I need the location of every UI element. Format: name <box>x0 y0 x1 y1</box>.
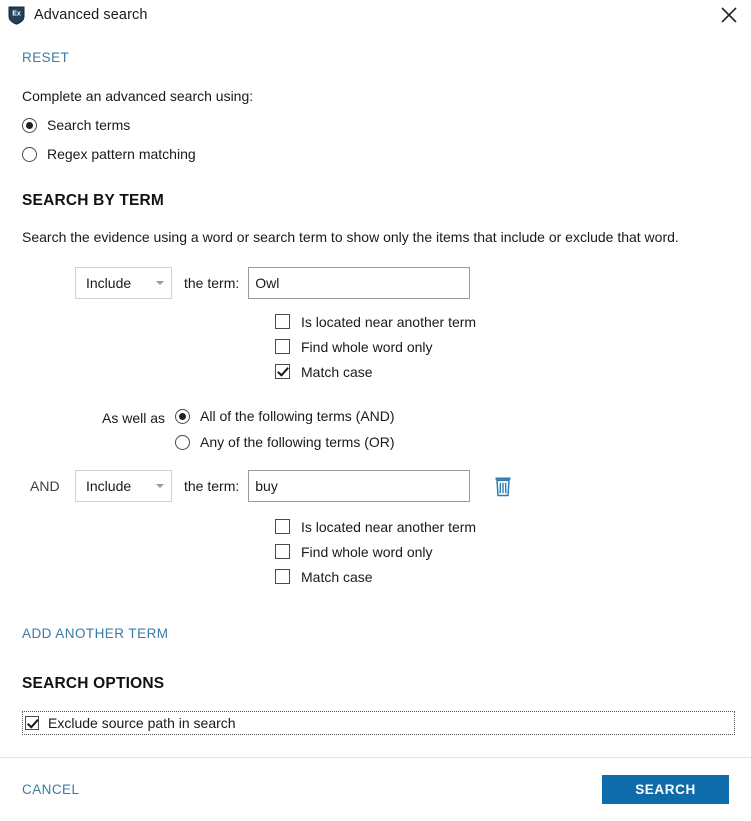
option-is-located-near-another-term-2[interactable]: Is located near another term <box>275 514 729 539</box>
term-operator-dropdown-2[interactable]: Include <box>75 470 172 502</box>
combiner-option-and[interactable]: All of the following terms (AND) <box>175 408 395 424</box>
search-options-heading: SEARCH OPTIONS <box>22 675 165 692</box>
dialog-content: RESET Complete an advanced search using:… <box>0 29 751 735</box>
option-label: Match case <box>301 363 373 380</box>
add-another-term-link[interactable]: ADD ANOTHER TERM <box>22 626 168 641</box>
combiner-label: As well as <box>102 410 166 426</box>
mode-option-regex[interactable]: Regex pattern matching <box>22 146 729 162</box>
option-match-case-1[interactable]: Match case <box>275 359 729 384</box>
option-label: Is located near another term <box>301 518 477 535</box>
svg-text:Ex: Ex <box>12 10 21 17</box>
reset-link[interactable]: RESET <box>22 50 69 65</box>
term-combiner: As well as All of the following terms (A… <box>102 408 729 450</box>
option-label: Match case <box>301 568 373 585</box>
chevron-down-icon <box>156 484 164 488</box>
intro-text: Complete an advanced search using: <box>22 88 254 104</box>
search-by-term-heading: SEARCH BY TERM <box>22 192 165 209</box>
combiner-option-label: All of the following terms (AND) <box>200 408 395 424</box>
option-label: Find whole word only <box>301 543 433 560</box>
combiner-option-or[interactable]: Any of the following terms (OR) <box>175 434 395 450</box>
trash-icon[interactable] <box>492 474 514 498</box>
dialog-footer: CANCEL SEARCH <box>0 757 751 821</box>
mode-option-label: Regex pattern matching <box>47 146 196 162</box>
radio-all-of-the-following-terms[interactable] <box>175 408 191 424</box>
term-options-1: Is located near another term Find whole … <box>275 309 729 384</box>
term-row: AND Include the term: <box>30 470 729 502</box>
option-match-case-2[interactable]: Match case <box>275 564 729 589</box>
option-is-located-near-another-term-1[interactable]: Is located near another term <box>275 309 729 334</box>
the-term-label: the term: <box>184 275 240 291</box>
cancel-button[interactable]: CANCEL <box>22 782 79 797</box>
search-by-term-description: Search the evidence using a word or sear… <box>22 229 679 245</box>
close-icon[interactable] <box>707 0 751 29</box>
checkbox-is-located-near-another-term-1[interactable] <box>275 314 290 329</box>
term-block-2: AND Include the term: Is located n <box>22 470 729 589</box>
combiner-option-label: Any of the following terms (OR) <box>200 434 395 450</box>
option-find-whole-word-only-1[interactable]: Find whole word only <box>275 334 729 359</box>
term-row: Include the term: <box>75 267 729 299</box>
checkbox-match-case-1[interactable] <box>275 364 290 379</box>
radio-any-of-the-following-terms[interactable] <box>175 434 191 450</box>
title-bar: Ex Advanced search <box>0 0 751 29</box>
window-title: Advanced search <box>34 6 148 23</box>
mode-option-label: Search terms <box>47 117 131 133</box>
term-operator-dropdown-1[interactable]: Include <box>75 267 172 299</box>
shield-ex-icon: Ex <box>8 6 25 25</box>
search-button[interactable]: SEARCH <box>602 775 729 804</box>
mode-option-search-terms[interactable]: Search terms <box>22 117 729 133</box>
term-operator-value: Include <box>86 478 132 494</box>
option-label: Is located near another term <box>301 313 477 330</box>
term-input-1[interactable] <box>248 267 471 299</box>
checkbox-exclude-source-path[interactable] <box>25 716 39 730</box>
option-find-whole-word-only-2[interactable]: Find whole word only <box>275 539 729 564</box>
term-options-2: Is located near another term Find whole … <box>275 514 729 589</box>
checkbox-find-whole-word-only-2[interactable] <box>275 544 290 559</box>
option-label: Find whole word only <box>301 338 433 355</box>
checkbox-find-whole-word-only-1[interactable] <box>275 339 290 354</box>
combiner-options: All of the following terms (AND) Any of … <box>175 408 395 450</box>
checkbox-match-case-2[interactable] <box>275 569 290 584</box>
term-operator-value: Include <box>86 275 132 291</box>
exclude-source-path-label: Exclude source path in search <box>48 715 236 731</box>
term-conjunction-label: AND <box>30 478 60 494</box>
radio-search-terms[interactable] <box>22 117 37 133</box>
radio-regex-pattern-matching[interactable] <box>22 146 37 162</box>
chevron-down-icon <box>156 281 164 285</box>
exclude-source-path-option[interactable]: Exclude source path in search <box>22 711 735 735</box>
checkbox-is-located-near-another-term-2[interactable] <box>275 519 290 534</box>
the-term-label: the term: <box>184 478 240 494</box>
term-block-1: Include the term: Is located near anothe… <box>22 267 729 384</box>
term-input-2[interactable] <box>248 470 471 502</box>
